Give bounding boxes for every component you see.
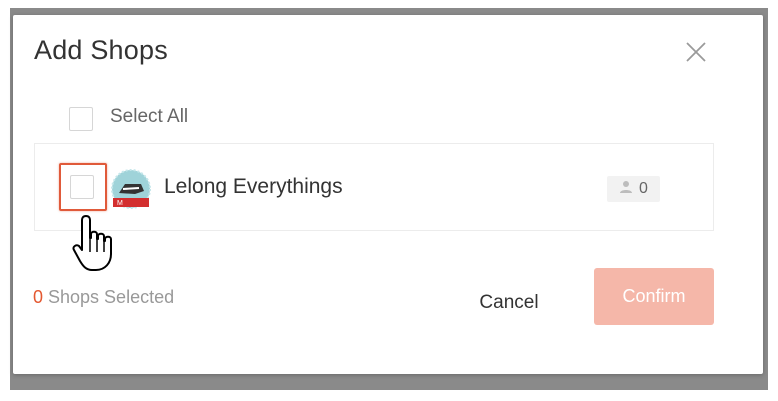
cancel-button[interactable]: Cancel bbox=[462, 283, 556, 323]
modal-title: Add Shops bbox=[34, 35, 168, 65]
select-all-checkbox[interactable] bbox=[69, 107, 93, 131]
selected-count-number: 0 bbox=[33, 287, 44, 307]
hand-cursor-icon bbox=[72, 214, 116, 272]
shop-name: Lelong Everythings bbox=[164, 175, 343, 198]
user-icon bbox=[619, 180, 633, 199]
confirm-button[interactable]: Confirm bbox=[594, 268, 714, 325]
shop-avatar-icon: M bbox=[111, 169, 151, 209]
select-all-label: Select All bbox=[110, 106, 189, 127]
follower-count-badge: 0 bbox=[607, 176, 660, 202]
shops-selected-count: 0 Shops Selected bbox=[33, 287, 174, 308]
close-icon[interactable] bbox=[684, 40, 708, 64]
shop-checkbox[interactable] bbox=[70, 175, 94, 199]
svg-text:M: M bbox=[117, 200, 123, 207]
selected-count-label: Shops Selected bbox=[43, 287, 175, 307]
follower-count: 0 bbox=[639, 180, 648, 197]
